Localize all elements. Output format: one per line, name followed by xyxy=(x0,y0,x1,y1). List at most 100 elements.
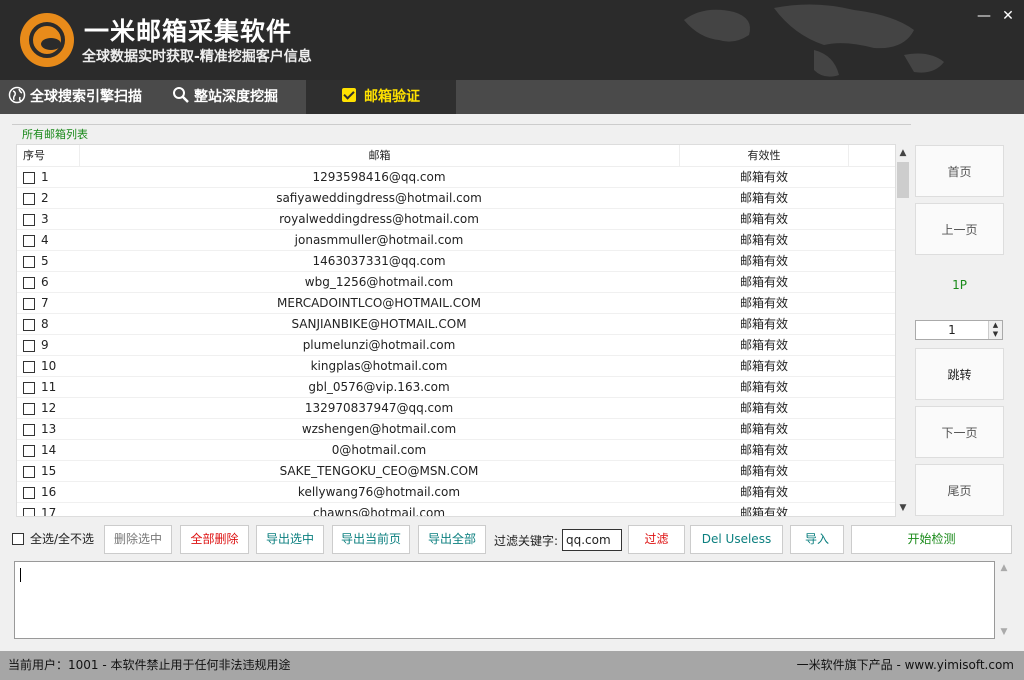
filter-keyword-input[interactable]: qq.com xyxy=(562,529,622,551)
row-index: 4 xyxy=(41,233,49,247)
table-row[interactable]: 9 plumelunzi@hotmail.com 邮箱有效 xyxy=(17,335,895,356)
row-checkbox[interactable] xyxy=(23,424,35,436)
world-map-decoration xyxy=(684,4,944,77)
page-number-value[interactable]: 1 xyxy=(916,321,988,339)
table-row[interactable]: 10 kingplas@hotmail.com 邮箱有效 xyxy=(17,356,895,377)
tab-bar: 全球搜索引擎扫描 整站深度挖掘 邮箱验证 xyxy=(0,80,1024,114)
jump-button[interactable]: 跳转 xyxy=(915,348,1004,400)
row-validity: 邮箱有效 xyxy=(739,317,788,331)
column-header-email[interactable]: 邮箱 xyxy=(79,145,679,167)
table-row[interactable]: 7 MERCADOINTLCO@HOTMAIL.COM 邮箱有效 xyxy=(17,293,895,314)
row-checkbox[interactable] xyxy=(23,403,35,415)
select-all-checkbox[interactable]: 全选/全不选 xyxy=(12,531,94,547)
export-all-button[interactable]: 导出全部 xyxy=(418,525,486,554)
row-checkbox[interactable] xyxy=(23,340,35,352)
checkbox-box[interactable] xyxy=(12,532,24,545)
row-checkbox[interactable] xyxy=(23,466,35,478)
row-email: 1463037331@qq.com xyxy=(312,254,446,268)
row-index: 16 xyxy=(41,485,57,499)
select-all-label: 全选/全不选 xyxy=(30,532,95,546)
row-validity: 邮箱有效 xyxy=(739,338,788,352)
table-row[interactable]: 16 kellywang76@hotmail.com 邮箱有效 xyxy=(17,482,895,503)
tab-label: 全球搜索引擎扫描 xyxy=(30,89,142,105)
row-email: gbl_0576@vip.163.com xyxy=(308,380,450,394)
prev-page-button[interactable]: 上一页 xyxy=(915,203,1004,255)
globe-icon xyxy=(8,86,26,104)
import-button[interactable]: 导入 xyxy=(790,525,844,554)
row-index: 6 xyxy=(41,275,49,289)
table-row[interactable]: 6 wbg_1256@hotmail.com 邮箱有效 xyxy=(17,272,895,293)
status-product-info: 一米软件旗下产品 - www.yimisoft.com xyxy=(796,658,1014,672)
row-email: 132970837947@qq.com xyxy=(304,401,454,415)
row-checkbox[interactable] xyxy=(23,487,35,499)
table-row[interactable]: 12 132970837947@qq.com 邮箱有效 xyxy=(17,398,895,419)
last-page-button[interactable]: 尾页 xyxy=(915,464,1004,516)
row-checkbox[interactable] xyxy=(23,298,35,310)
minimize-button[interactable]: — xyxy=(974,6,994,26)
first-page-button[interactable]: 首页 xyxy=(915,145,1004,197)
row-index: 13 xyxy=(41,422,57,436)
filter-keyword-label: 过滤关键字: xyxy=(494,534,559,548)
export-current-page-button[interactable]: 导出当前页 xyxy=(332,525,410,554)
scroll-down-icon[interactable]: ▼ xyxy=(896,501,910,515)
table-row[interactable]: 15 SAKE_TENGOKU_CEO@MSN.COM 邮箱有效 xyxy=(17,461,895,482)
row-email: wbg_1256@hotmail.com xyxy=(304,275,454,289)
row-checkbox[interactable] xyxy=(23,172,35,184)
scroll-thumb[interactable] xyxy=(897,162,909,198)
log-scrollbar[interactable]: ▲ ▼ xyxy=(996,561,1012,639)
row-index: 8 xyxy=(41,317,49,331)
column-header-validity[interactable]: 有效性 xyxy=(679,145,849,167)
row-index: 7 xyxy=(41,296,49,310)
log-textarea[interactable] xyxy=(14,561,995,639)
table-row[interactable]: 14 0@hotmail.com 邮箱有效 xyxy=(17,440,895,461)
next-page-button[interactable]: 下一页 xyxy=(915,406,1004,458)
text-caret xyxy=(20,568,21,582)
table-row[interactable]: 2 safiyaweddingdress@hotmail.com 邮箱有效 xyxy=(17,188,895,209)
row-email: kingplas@hotmail.com xyxy=(310,359,448,373)
filter-button[interactable]: 过滤 xyxy=(628,525,685,554)
table-row[interactable]: 4 jonasmmuller@hotmail.com 邮箱有效 xyxy=(17,230,895,251)
tab-site-mining[interactable]: 整站深度挖掘 xyxy=(164,80,304,114)
delete-all-button[interactable]: 全部删除 xyxy=(180,525,249,554)
start-verify-button[interactable]: 开始检测 xyxy=(851,525,1012,554)
table-row[interactable]: 1 1293598416@qq.com 邮箱有效 xyxy=(17,167,895,188)
scroll-up-icon[interactable]: ▲ xyxy=(896,146,910,160)
export-selected-button[interactable]: 导出选中 xyxy=(256,525,324,554)
row-validity: 邮箱有效 xyxy=(739,359,788,373)
table-row[interactable]: 17 chawns@hotmail.com 邮箱有效 xyxy=(17,503,895,516)
tab-email-verify[interactable]: 邮箱验证 xyxy=(306,80,456,114)
status-bar: 当前用户：1001 - 本软件禁止用于任何非法违规用途 一米软件旗下产品 - w… xyxy=(0,651,1024,680)
app-title: 一米邮箱采集软件 xyxy=(84,17,293,46)
tab-global-search[interactable]: 全球搜索引擎扫描 xyxy=(0,80,160,114)
delete-selected-button[interactable]: 删除选中 xyxy=(104,525,172,554)
scroll-up-icon[interactable]: ▲ xyxy=(996,563,1012,573)
column-header-index[interactable]: 序号 xyxy=(23,145,45,167)
row-checkbox[interactable] xyxy=(23,319,35,331)
row-checkbox[interactable] xyxy=(23,193,35,205)
table-row[interactable]: 13 wzshengen@hotmail.com 邮箱有效 xyxy=(17,419,895,440)
tab-label: 邮箱验证 xyxy=(364,89,420,105)
close-button[interactable]: ✕ xyxy=(998,6,1018,26)
stepper-up-icon[interactable]: ▲ xyxy=(988,321,1002,330)
table-row[interactable]: 3 royalweddingdress@hotmail.com 邮箱有效 xyxy=(17,209,895,230)
scroll-down-icon[interactable]: ▼ xyxy=(996,627,1012,637)
row-checkbox[interactable] xyxy=(23,508,35,516)
row-checkbox[interactable] xyxy=(23,235,35,247)
row-checkbox[interactable] xyxy=(23,256,35,268)
status-user-info: 当前用户：1001 - 本软件禁止用于任何非法违规用途 xyxy=(8,658,291,672)
row-checkbox[interactable] xyxy=(23,361,35,373)
row-checkbox[interactable] xyxy=(23,214,35,226)
row-checkbox[interactable] xyxy=(23,382,35,394)
table-row[interactable]: 5 1463037331@qq.com 邮箱有效 xyxy=(17,251,895,272)
row-checkbox[interactable] xyxy=(23,277,35,289)
table-row[interactable]: 8 SANJIANBIKE@HOTMAIL.COM 邮箱有效 xyxy=(17,314,895,335)
row-checkbox[interactable] xyxy=(23,445,35,457)
page-number-stepper[interactable]: 1 ▲ ▼ xyxy=(915,320,1003,340)
stepper-down-icon[interactable]: ▼ xyxy=(988,330,1002,339)
row-email: wzshengen@hotmail.com xyxy=(301,422,457,436)
del-useless-button[interactable]: Del Useless xyxy=(690,525,783,554)
row-index: 14 xyxy=(41,443,57,457)
table-scrollbar[interactable]: ▲ ▼ xyxy=(896,144,910,517)
table-row[interactable]: 11 gbl_0576@vip.163.com 邮箱有效 xyxy=(17,377,895,398)
row-validity: 邮箱有效 xyxy=(739,233,788,247)
